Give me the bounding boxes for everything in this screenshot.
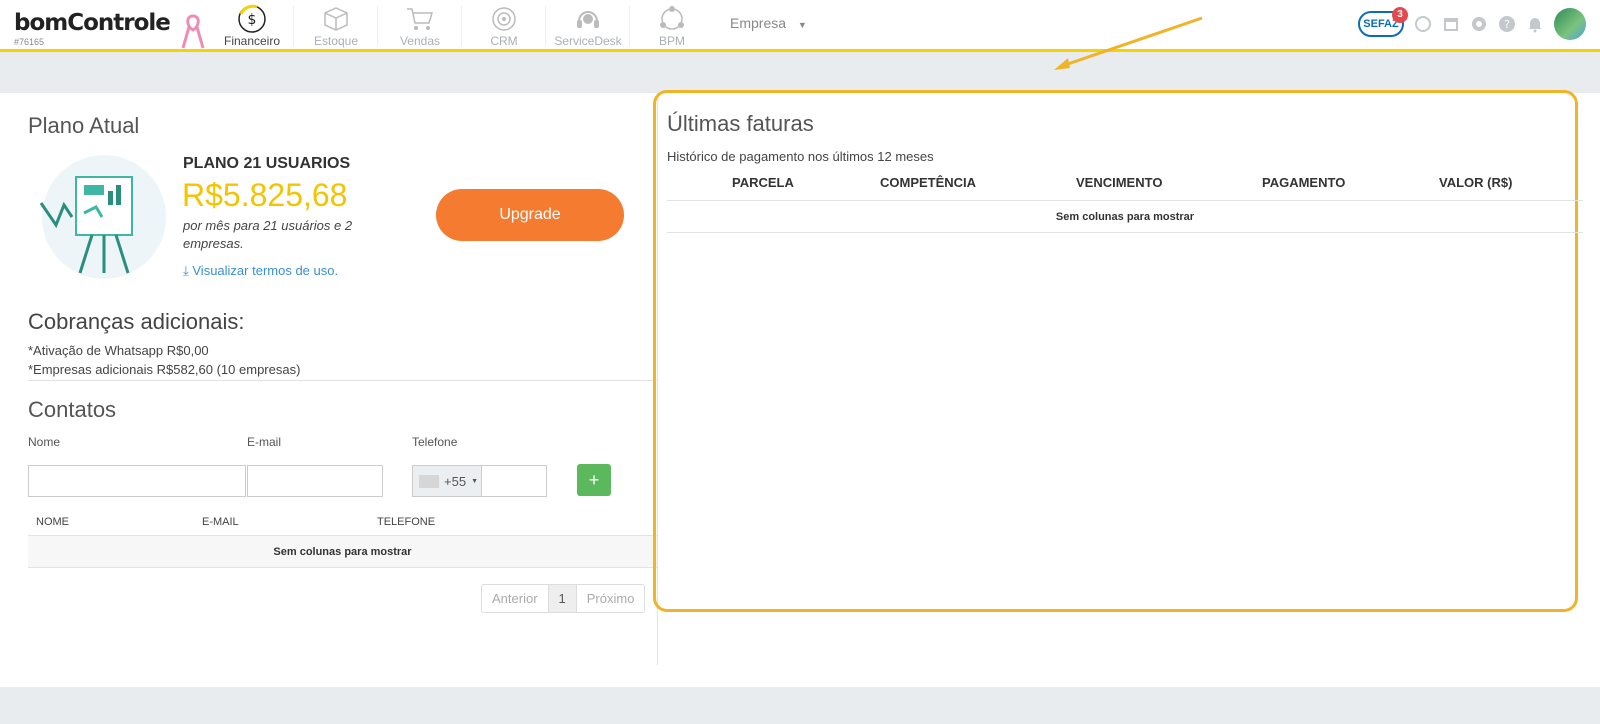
top-navbar: bomControle #76165 $ Financeiro Estoque …	[0, 0, 1600, 52]
nav-servicedesk[interactable]: ServiceDesk	[546, 4, 630, 48]
svg-text:$: $	[248, 12, 257, 28]
plan-description: por mês para 21 usuários e 2 empresas.	[183, 218, 353, 251]
headset-icon	[577, 11, 599, 28]
nav-label: Vendas	[399, 34, 441, 48]
column-header: PAGAMENTO	[1262, 175, 1346, 190]
cobrancas-heading: Cobranças adicionais:	[28, 309, 245, 334]
plan-price: R$5.825,68	[182, 177, 348, 213]
contatos-table-header: NOME E-MAIL TELEFONE	[28, 514, 657, 536]
account-id: #76165	[14, 37, 45, 47]
faturas-heading: Últimas faturas	[667, 111, 814, 136]
target-icon	[492, 7, 516, 31]
help-icon[interactable]: ?	[1498, 15, 1516, 33]
cart-icon	[407, 8, 434, 30]
nav-label: ServiceDesk	[554, 34, 622, 48]
email-field[interactable]	[247, 465, 383, 497]
email-label: E-mail	[247, 435, 282, 449]
chevron-down-icon: ▼	[797, 20, 807, 30]
column-header: E-MAIL	[202, 516, 239, 528]
terms-link[interactable]: ⤓ Visualizar termos de uso.	[183, 263, 338, 279]
column-header: VALOR (R$)	[1439, 175, 1513, 190]
presentation-illustration	[39, 155, 166, 279]
dollar-icon: $	[238, 4, 266, 33]
plan-name: PLANO 21 USUARIOS	[183, 155, 351, 172]
cobranca-item: *Empresas adicionais R$582,60 (10 empres…	[28, 362, 301, 377]
nav-crm[interactable]: CRM	[462, 4, 546, 48]
bell-icon[interactable]	[1526, 15, 1544, 33]
column-header: NOME	[36, 516, 69, 528]
gear-icon[interactable]	[1470, 15, 1488, 33]
nav-label: BPM	[658, 34, 685, 48]
pagination: Anterior 1 Próximo	[481, 584, 646, 613]
faturas-table-header: PARCELA COMPETÊNCIA VENCIMENTO PAGAMENTO…	[667, 172, 1583, 201]
nav-bpm[interactable]: BPM	[630, 4, 714, 48]
nome-label: Nome	[28, 435, 61, 449]
contatos-heading: Contatos	[28, 397, 117, 422]
box-icon	[324, 7, 348, 31]
faturas-highlight-box	[653, 90, 1578, 612]
whatsapp-icon[interactable]	[1414, 15, 1432, 33]
plano-atual-heading: Plano Atual	[28, 113, 140, 138]
country-code-select[interactable]: +55 ▼	[412, 465, 482, 497]
calendar-icon[interactable]	[1442, 15, 1460, 33]
nav-financeiro[interactable]: $ Financeiro	[210, 4, 294, 48]
cobranca-item: *Ativação de Whatsapp R$0,00	[28, 343, 209, 358]
telefone-label: Telefone	[412, 435, 458, 449]
add-contact-button[interactable]: +	[577, 464, 611, 496]
pager-next-button[interactable]: Próximo	[577, 585, 645, 612]
column-header: TELEFONE	[377, 516, 436, 528]
notification-count-badge: 3	[1392, 7, 1408, 23]
sefaz-button[interactable]: SEFAZ 3	[1358, 7, 1408, 37]
faturas-subtitle: Histórico de pagamento nos últimos 12 me…	[667, 149, 934, 164]
terms-link-label: Visualizar termos de uso.	[192, 263, 339, 278]
download-icon: ⤓	[183, 263, 189, 278]
chevron-down-icon: ▼	[471, 477, 478, 485]
annotation-arrow	[1054, 16, 1203, 70]
nav-estoque[interactable]: Estoque	[294, 4, 378, 48]
upgrade-button[interactable]: Upgrade	[436, 189, 624, 241]
nav-label: Financeiro	[223, 34, 281, 48]
nav-label: Estoque	[313, 34, 359, 48]
pink-ribbon-icon	[181, 14, 205, 49]
pager-page-button[interactable]: 1	[548, 585, 577, 612]
bpm-icon	[660, 6, 684, 30]
app-logo[interactable]: bomControle	[14, 10, 171, 36]
empresa-label: Empresa	[730, 15, 787, 31]
telefone-input[interactable]	[481, 465, 547, 497]
empresa-dropdown[interactable]: Empresa ▼	[730, 15, 807, 31]
phone-prefix: +55	[444, 473, 467, 489]
faturas-empty-row: Sem colunas para mostrar	[667, 201, 1583, 233]
flag-icon	[419, 474, 439, 488]
pager-prev-button[interactable]: Anterior	[482, 585, 549, 612]
avatar[interactable]	[1554, 8, 1586, 40]
svg-text:?: ?	[1504, 18, 1510, 31]
column-header: VENCIMENTO	[1076, 175, 1163, 190]
nav-vendas[interactable]: Vendas	[378, 4, 462, 48]
column-header: COMPETÊNCIA	[880, 175, 977, 190]
nome-input[interactable]	[28, 465, 246, 497]
nav-label: CRM	[490, 34, 518, 48]
column-header: PARCELA	[732, 175, 794, 190]
contatos-empty-row: Sem colunas para mostrar	[28, 536, 657, 568]
